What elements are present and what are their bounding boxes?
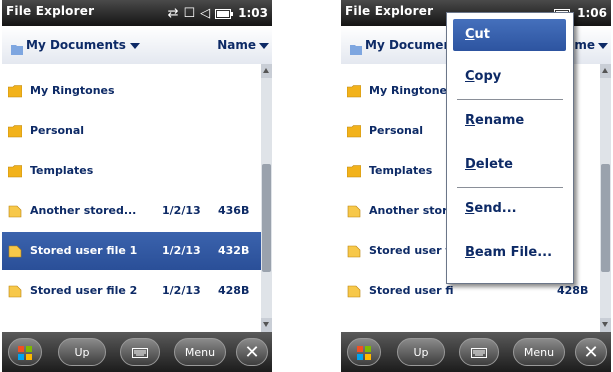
file-size: 436B <box>218 204 250 217</box>
file-icon <box>347 283 361 302</box>
menu-item-rename[interactable]: Rename <box>453 105 566 137</box>
windows-icon <box>18 346 32 360</box>
close-button[interactable]: ✕ <box>575 338 607 366</box>
file-name: Stored user file 2 <box>30 284 138 297</box>
scroll-up-button[interactable] <box>600 64 611 78</box>
folder-icon <box>346 123 362 142</box>
left-screen: File Explorer ⇄ ☐ ◁ 1:03 My Documents Na… <box>2 0 272 372</box>
menu-separator <box>457 99 563 100</box>
path-bar: My Documents Name <box>2 26 272 65</box>
sort-dropdown[interactable]: Name <box>217 38 256 52</box>
sync-icon[interactable]: ⇄ <box>168 7 179 20</box>
file-date: 1/2/13 <box>162 244 201 257</box>
status-bar: File Explorer ⇄ ☐ ◁ 1:03 <box>2 0 272 26</box>
windows-icon <box>357 346 371 360</box>
context-menu: Cut Copy Rename Delete Send... Beam File... <box>446 12 574 284</box>
right-screen: File Explorer 1:06 My Documen ame My Rin… <box>341 0 611 372</box>
menu-item-beam-file[interactable]: Beam File... <box>453 237 566 269</box>
folder-icon <box>7 83 23 102</box>
file-name: Stored user file 1 <box>30 244 138 257</box>
file-size: 432B <box>218 244 250 257</box>
file-size: 428B <box>557 284 589 297</box>
menu-separator <box>457 187 563 188</box>
up-button[interactable]: Up <box>58 338 106 366</box>
menu-button[interactable]: Menu <box>513 338 565 366</box>
scroll-thumb[interactable] <box>262 164 271 272</box>
folder-icon <box>346 83 362 102</box>
close-icon: ✕ <box>244 342 260 363</box>
scroll-thumb[interactable] <box>601 164 610 272</box>
menu-button[interactable]: Menu <box>174 338 226 366</box>
path-dropdown[interactable]: My Documents <box>26 38 126 52</box>
chevron-down-icon[interactable] <box>259 43 269 49</box>
file-name: Stored user fi <box>369 284 454 297</box>
file-name: Another stor <box>369 204 448 217</box>
keyboard-button[interactable] <box>459 338 499 366</box>
folder-icon <box>350 40 362 59</box>
chevron-down-icon[interactable] <box>598 43 608 49</box>
file-list: My Ringtones Personal Templates Another sto… <box>2 64 261 332</box>
keyboard-icon <box>132 348 148 358</box>
keyboard-button[interactable] <box>120 338 160 366</box>
menu-item-send[interactable]: Send... <box>453 193 566 225</box>
start-button[interactable] <box>8 338 42 366</box>
list-item[interactable]: My Ringtones <box>2 72 261 110</box>
clock[interactable]: 1:03 <box>238 6 268 20</box>
app-title: File Explorer <box>6 4 95 18</box>
file-name: My Ringtones <box>30 84 115 97</box>
file-icon <box>8 203 22 222</box>
file-size: 428B <box>218 284 250 297</box>
file-date: 1/2/13 <box>162 204 201 217</box>
folder-icon <box>11 40 23 59</box>
chevron-down-icon[interactable] <box>130 43 140 49</box>
list-item[interactable]: Another stored... 1/2/13 436B <box>2 192 261 230</box>
scrollbar[interactable] <box>261 64 272 332</box>
file-name: My Ringtone <box>369 84 447 97</box>
menu-item-delete[interactable]: Delete <box>453 149 566 181</box>
file-name: Another stored... <box>30 204 137 217</box>
menu-item-copy[interactable]: Copy <box>453 61 566 93</box>
file-name: Personal <box>30 124 85 137</box>
close-icon: ✕ <box>583 342 599 363</box>
scroll-down-button[interactable] <box>600 318 611 332</box>
app-title: File Explorer <box>345 4 434 18</box>
file-name: Templates <box>369 164 433 177</box>
close-button[interactable]: ✕ <box>236 338 268 366</box>
list-item[interactable]: Templates <box>2 152 261 190</box>
up-button[interactable]: Up <box>397 338 445 366</box>
file-icon <box>8 243 22 262</box>
scroll-up-button[interactable] <box>261 64 272 78</box>
file-icon <box>347 243 361 262</box>
network-icon[interactable]: ☐ <box>183 7 195 20</box>
scroll-down-button[interactable] <box>261 318 272 332</box>
battery-icon[interactable] <box>215 4 234 23</box>
list-item[interactable]: Stored user file 1 1/2/13 432B <box>2 232 261 270</box>
clock[interactable]: 1:06 <box>577 6 607 20</box>
file-date: 1/2/13 <box>162 284 201 297</box>
file-icon <box>347 203 361 222</box>
start-button[interactable] <box>347 338 381 366</box>
list-item[interactable]: Personal <box>2 112 261 150</box>
soft-key-bar: Up Menu ✕ <box>2 332 272 372</box>
folder-icon <box>346 163 362 182</box>
file-icon <box>8 283 22 302</box>
file-name: Stored user f <box>369 244 451 257</box>
keyboard-icon <box>471 348 487 358</box>
soft-key-bar: Up Menu ✕ <box>341 332 611 372</box>
status-icons: ⇄ ☐ ◁ 1:03 <box>168 3 268 23</box>
volume-icon[interactable]: ◁ <box>200 7 210 20</box>
folder-icon <box>7 163 23 182</box>
scrollbar[interactable] <box>600 64 611 332</box>
menu-item-cut[interactable]: Cut <box>453 19 566 51</box>
path-dropdown[interactable]: My Documen <box>365 38 452 52</box>
list-item[interactable]: Stored user file 2 1/2/13 428B <box>2 272 261 310</box>
file-name: Templates <box>30 164 94 177</box>
file-name: Personal <box>369 124 424 137</box>
folder-icon <box>7 123 23 142</box>
